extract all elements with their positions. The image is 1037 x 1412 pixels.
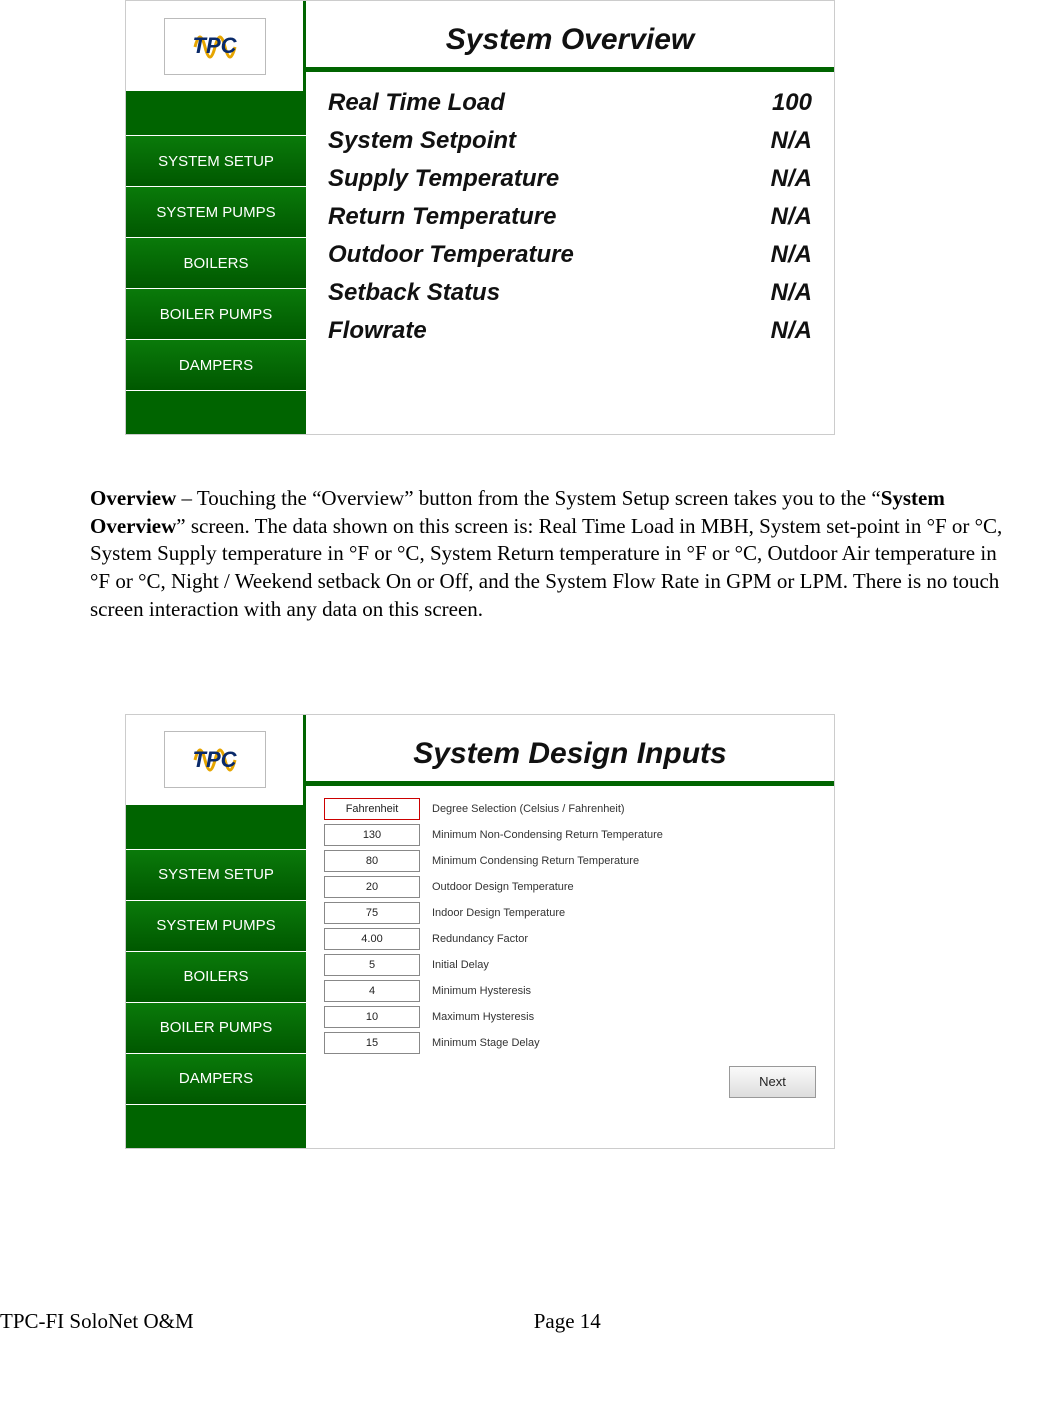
design-label: Maximum Hysteresis — [432, 1011, 534, 1023]
min-condensing-return-temp-input[interactable] — [324, 850, 420, 872]
initial-delay-input[interactable] — [324, 954, 420, 976]
ov-label: Real Time Load — [328, 89, 505, 117]
page-footer: TPC-FI SoloNet O&M Page 14 — [0, 1309, 1037, 1334]
overview-row: Real Time Load 100 — [328, 84, 812, 122]
overview-paragraph: Overview – Touching the “Overview” butto… — [90, 485, 1012, 624]
design-label: Redundancy Factor — [432, 933, 528, 945]
ov-label: Flowrate — [328, 317, 427, 345]
logo-text: TPC — [193, 747, 237, 773]
design-row: Minimum Hysteresis — [324, 980, 824, 1002]
ov-label: Outdoor Temperature — [328, 241, 574, 269]
design-row: Minimum Non-Condensing Return Temperatur… — [324, 824, 824, 846]
sidebar: TPC SYSTEM SETUP SYSTEM PUMPS BOILERS BO… — [126, 715, 306, 1148]
overview-row: Supply Temperature N/A — [328, 160, 812, 198]
overview-row: Setback Status N/A — [328, 274, 812, 312]
para-lead-rest: – Touching the “Overview” button from th… — [176, 486, 880, 510]
ov-value: N/A — [771, 279, 812, 307]
ov-label: Supply Temperature — [328, 165, 559, 193]
sidebar: TPC SYSTEM SETUP SYSTEM PUMPS BOILERS BO… — [126, 1, 306, 434]
nav-boilers[interactable]: BOILERS — [126, 238, 306, 289]
design-row: Initial Delay — [324, 954, 824, 976]
ov-value: N/A — [771, 165, 812, 193]
overview-row: Return Temperature N/A — [328, 198, 812, 236]
nav-system-setup[interactable]: SYSTEM SETUP — [126, 850, 306, 901]
logo-cell: TPC — [126, 715, 306, 805]
nav-system-setup[interactable]: SYSTEM SETUP — [126, 136, 306, 187]
ov-label: Setback Status — [328, 279, 500, 307]
screenshot-system-design-inputs: TPC SYSTEM SETUP SYSTEM PUMPS BOILERS BO… — [125, 714, 835, 1149]
footer-doc-title: TPC-FI SoloNet O&M — [0, 1309, 194, 1334]
panel-title: System Overview — [306, 1, 834, 72]
logo-cell: TPC — [126, 1, 306, 91]
design-label: Minimum Condensing Return Temperature — [432, 855, 639, 867]
nav-dampers[interactable]: DAMPERS — [126, 340, 306, 391]
tpc-logo: TPC — [164, 18, 266, 75]
design-row: Indoor Design Temperature — [324, 902, 824, 924]
nav-boiler-pumps[interactable]: BOILER PUMPS — [126, 1003, 306, 1054]
ov-value: 100 — [772, 89, 812, 117]
ov-value: N/A — [771, 203, 812, 231]
design-row: Outdoor Design Temperature — [324, 876, 824, 898]
design-label: Degree Selection (Celsius / Fahrenheit) — [432, 803, 625, 815]
ov-label: Return Temperature — [328, 203, 557, 231]
design-label: Initial Delay — [432, 959, 489, 971]
degree-selection-input[interactable] — [324, 798, 420, 820]
ov-value: N/A — [771, 317, 812, 345]
redundancy-factor-input[interactable] — [324, 928, 420, 950]
panel-title: System Design Inputs — [306, 715, 834, 786]
nav-boiler-pumps[interactable]: BOILER PUMPS — [126, 289, 306, 340]
next-button[interactable]: Next — [729, 1066, 816, 1098]
min-noncondensing-return-temp-input[interactable] — [324, 824, 420, 846]
overview-row: Flowrate N/A — [328, 312, 812, 350]
min-stage-delay-input[interactable] — [324, 1032, 420, 1054]
overview-panel: System Overview Real Time Load 100 Syste… — [306, 1, 834, 434]
para-rest: ” screen. The data shown on this screen … — [90, 514, 1002, 621]
design-row: Maximum Hysteresis — [324, 1006, 824, 1028]
design-label: Outdoor Design Temperature — [432, 881, 574, 893]
nav-boilers[interactable]: BOILERS — [126, 952, 306, 1003]
outdoor-design-temp-input[interactable] — [324, 876, 420, 898]
ov-value: N/A — [771, 241, 812, 269]
max-hysteresis-input[interactable] — [324, 1006, 420, 1028]
design-panel: System Design Inputs Degree Selection (C… — [306, 715, 834, 1148]
nav-system-pumps[interactable]: SYSTEM PUMPS — [126, 187, 306, 238]
design-row: Minimum Stage Delay — [324, 1032, 824, 1054]
design-row: Redundancy Factor — [324, 928, 824, 950]
logo-text: TPC — [193, 33, 237, 59]
tpc-logo: TPC — [164, 731, 266, 788]
design-label: Minimum Hysteresis — [432, 985, 531, 997]
indoor-design-temp-input[interactable] — [324, 902, 420, 924]
design-label: Minimum Non-Condensing Return Temperatur… — [432, 829, 663, 841]
design-label: Minimum Stage Delay — [432, 1037, 540, 1049]
min-hysteresis-input[interactable] — [324, 980, 420, 1002]
ov-value: N/A — [771, 127, 812, 155]
nav-dampers[interactable]: DAMPERS — [126, 1054, 306, 1105]
design-label: Indoor Design Temperature — [432, 907, 565, 919]
para-lead-bold: Overview — [90, 486, 176, 510]
footer-page-number: Page 14 — [534, 1309, 601, 1334]
design-row: Degree Selection (Celsius / Fahrenheit) — [324, 798, 824, 820]
ov-label: System Setpoint — [328, 127, 516, 155]
design-row: Minimum Condensing Return Temperature — [324, 850, 824, 872]
overview-row: Outdoor Temperature N/A — [328, 236, 812, 274]
nav-system-pumps[interactable]: SYSTEM PUMPS — [126, 901, 306, 952]
screenshot-system-overview: TPC SYSTEM SETUP SYSTEM PUMPS BOILERS BO… — [125, 0, 835, 435]
overview-row: System Setpoint N/A — [328, 122, 812, 160]
